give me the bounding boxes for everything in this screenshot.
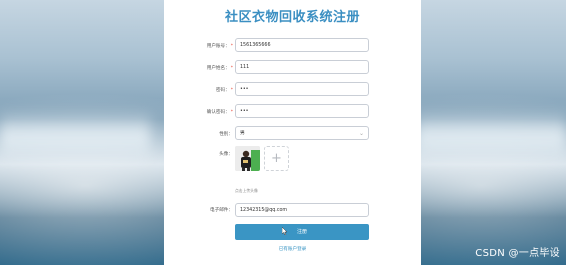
confirm-password-label: 确认密码：*: [207, 109, 233, 115]
avatar-preview[interactable]: [235, 146, 260, 171]
background-ice-right: [416, 110, 566, 165]
watermark: CSDN @一点毕设: [475, 248, 560, 259]
plus-icon: +: [271, 151, 282, 166]
required-mark: *: [230, 44, 233, 49]
avatar-label: 头像：: [219, 152, 233, 157]
username-label-text: 用户账号：: [206, 44, 230, 49]
page-title: 社区衣物回收系统注册: [224, 9, 360, 24]
username-input[interactable]: 1561365666: [235, 38, 369, 52]
upload-avatar-button[interactable]: +: [264, 146, 289, 171]
password-label-text: 密码：: [215, 88, 230, 93]
avatar-image: [235, 146, 260, 171]
required-mark: *: [230, 88, 233, 93]
realname-input[interactable]: 111: [235, 60, 369, 74]
gender-select[interactable]: 男 ⌄: [235, 126, 369, 140]
mouse-cursor-icon: [282, 227, 288, 235]
login-link[interactable]: 已有账户登录: [164, 246, 421, 252]
realname-label-text: 用户姓名：: [206, 66, 230, 71]
register-button[interactable]: 注册: [235, 224, 369, 240]
upload-hint: 点击上传头像: [235, 188, 258, 193]
register-panel: 社区衣物回收系统注册 用户账号：* 1561365666 用户姓名：* 111 …: [164, 0, 421, 265]
chevron-down-icon: ⌄: [358, 130, 364, 137]
password-input[interactable]: •••: [235, 82, 369, 96]
confirm-password-label-text: 确认密码：: [206, 110, 230, 115]
required-mark: *: [230, 66, 233, 71]
password-label: 密码：*: [216, 87, 233, 93]
email-label: 电子邮件：: [210, 208, 233, 213]
confirm-password-input[interactable]: •••: [235, 104, 369, 118]
email-input[interactable]: 12342315@qq.com: [235, 203, 369, 217]
gender-label: 性别：: [219, 132, 233, 137]
gender-selected-value: 男: [240, 131, 245, 136]
username-label: 用户账号：*: [207, 43, 233, 49]
required-mark: *: [230, 110, 233, 115]
realname-label: 用户姓名：*: [207, 65, 233, 71]
background-ice-left: [0, 110, 150, 165]
